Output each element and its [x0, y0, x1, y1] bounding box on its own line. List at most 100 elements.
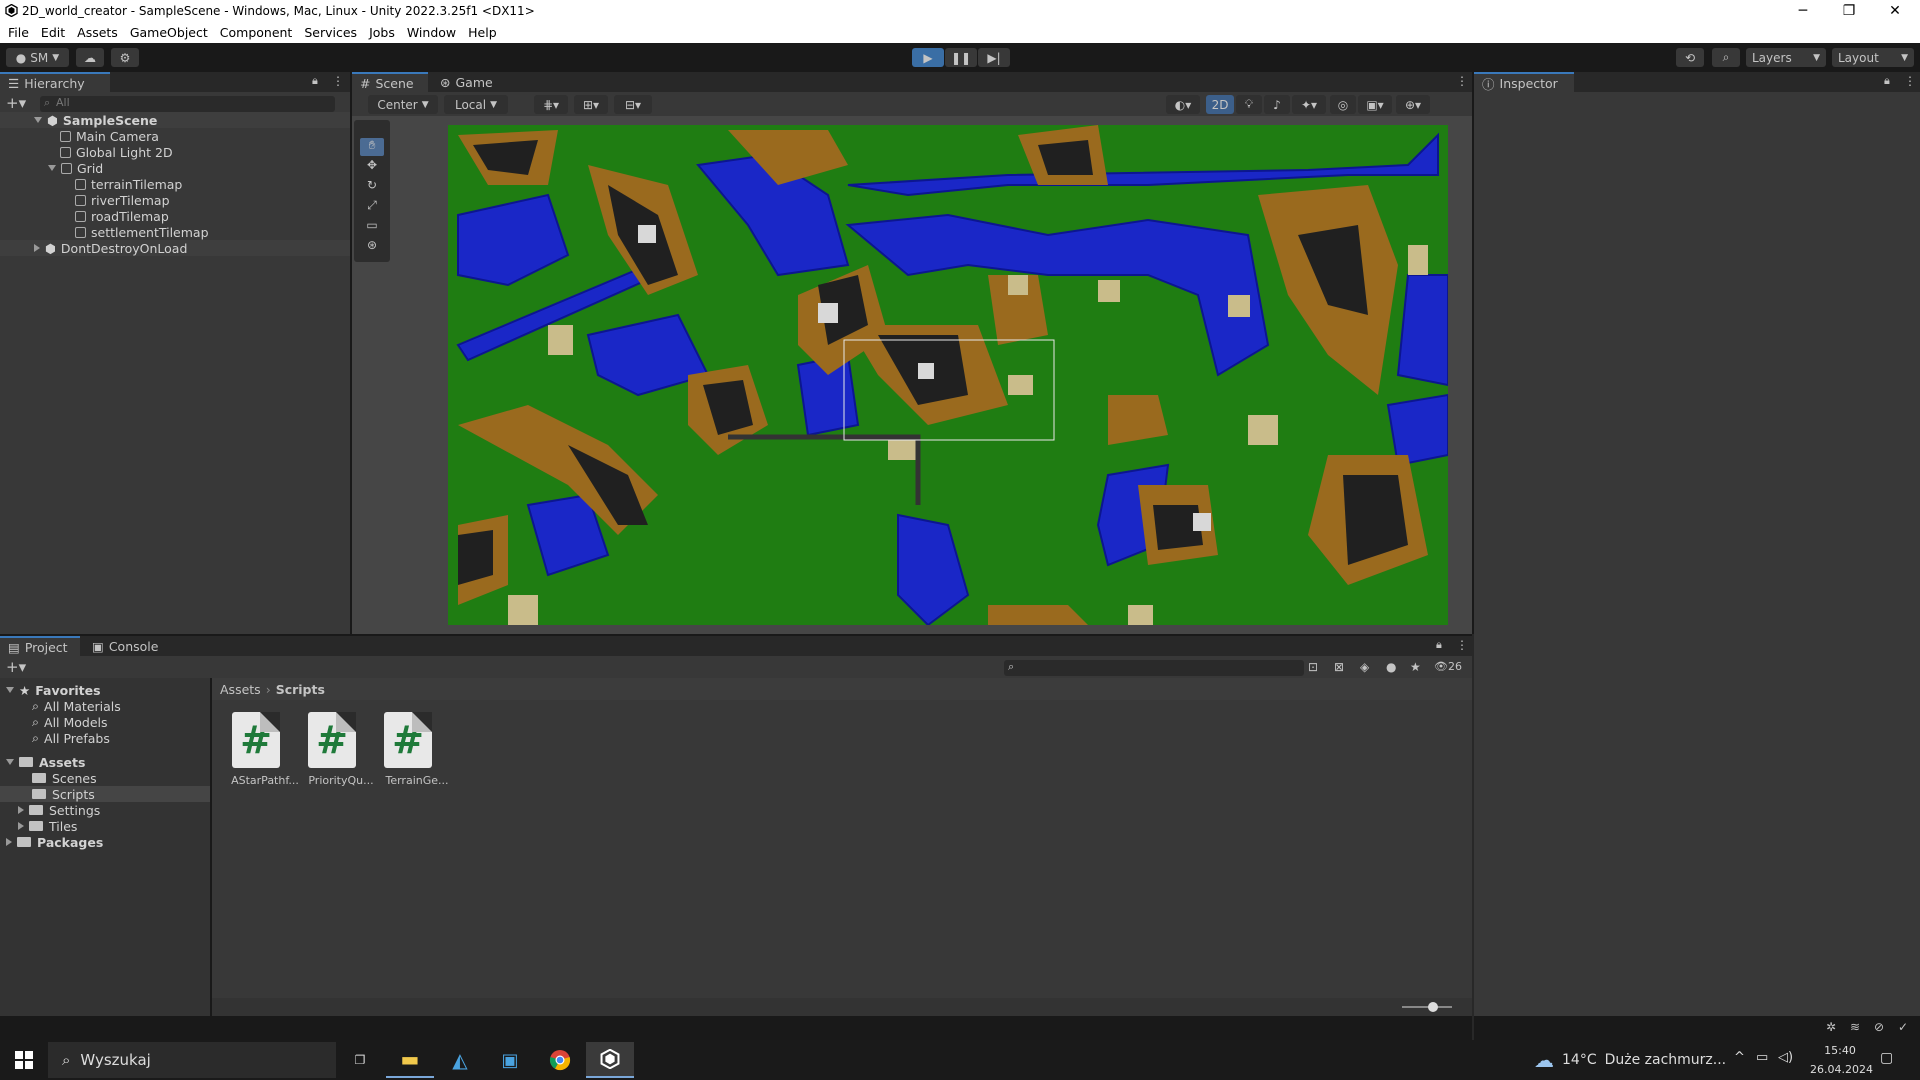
cloud-icon[interactable]: ☁ [76, 48, 104, 67]
status-check-icon[interactable]: ✓ [1898, 1020, 1908, 1034]
close-icon[interactable]: ✕ [1872, 0, 1918, 22]
volume-icon[interactable]: ◁) [1778, 1050, 1793, 1065]
favorites-item[interactable]: ★ Favorites [6, 682, 101, 698]
hierarchy-item-roadtilemap[interactable]: roadTilemap [75, 208, 169, 224]
icon-size-slider-track[interactable] [1402, 1006, 1452, 1008]
network-icon[interactable]: ▭ [1756, 1050, 1768, 1065]
space-dropdown[interactable]: Local ▼ [444, 95, 508, 114]
hand-tool-icon[interactable]: ✋︎ [360, 138, 384, 156]
camera-icon[interactable]: ▣▾ [1358, 95, 1392, 114]
hierarchy-item-main-camera[interactable]: Main Camera [60, 128, 159, 144]
audio-icon[interactable]: ♪ [1264, 95, 1290, 114]
packages-folder[interactable]: Packages [6, 834, 103, 850]
notification-icon[interactable]: ▢ [1880, 1050, 1893, 1066]
history-icon[interactable]: ⟲ [1676, 48, 1704, 67]
tab-inspector[interactable]: ⓘ Inspector [1474, 72, 1574, 92]
hierarchy-item-terraintilemap[interactable]: terrainTilemap [75, 176, 182, 192]
unity-taskbar-icon[interactable] [586, 1042, 634, 1078]
transform-tool-icon[interactable]: ⊛ [360, 238, 384, 256]
scene-viewport[interactable] [448, 125, 1448, 625]
scale-tool-icon[interactable]: ⤢ [360, 198, 384, 216]
favorite-all-models[interactable]: ⌕ All Models [32, 714, 108, 730]
snap-increment-icon[interactable]: ⊟▾ [614, 95, 652, 114]
lighting-icon[interactable]: 💡︎ [1236, 95, 1262, 114]
pause-button[interactable]: ❚❚ [945, 48, 977, 67]
move-tool-icon[interactable]: ✥ [360, 158, 384, 176]
weather-widget[interactable]: ☁ 14°C Duże zachmurz... [1534, 1048, 1726, 1072]
menu-window[interactable]: Window [407, 25, 456, 40]
lock-icon[interactable]: 🔒︎ [1884, 74, 1890, 88]
effects-icon[interactable]: ✦▾ [1292, 95, 1326, 114]
file-astarpathfinding[interactable]: # AStarPathf... [230, 712, 300, 787]
rect-tool-icon[interactable]: ▭ [360, 218, 384, 236]
draw-mode-icon[interactable]: ◐▾ [1166, 95, 1200, 114]
menu-help[interactable]: Help [468, 25, 497, 40]
gizmos-icon[interactable]: ⊕▾ [1396, 95, 1430, 114]
more-icon[interactable]: ⋮ [332, 74, 344, 88]
hierarchy-item-samplescene[interactable]: ⬢ SampleScene [0, 112, 350, 128]
hidden-objects-icon[interactable]: ◎ [1330, 95, 1356, 114]
add-icon[interactable]: +▾ [6, 658, 26, 676]
lock-icon[interactable]: 🔒︎ [1436, 638, 1442, 652]
minimize-icon[interactable]: ─ [1780, 0, 1826, 22]
store-icon[interactable]: ▣ [486, 1042, 534, 1078]
restore-icon[interactable]: ❐ [1826, 0, 1872, 22]
filter-label-icon[interactable]: ⊠ [1334, 660, 1344, 674]
grid-visibility-icon[interactable]: ⊞▾ [574, 95, 608, 114]
mode-2d-button[interactable]: 2D [1206, 95, 1234, 114]
project-search-input[interactable]: ⌕ [1004, 660, 1304, 676]
folder-scenes[interactable]: Scenes [32, 770, 97, 786]
more-icon[interactable]: ⋮ [1456, 638, 1468, 652]
lock-icon[interactable]: 🔒︎ [312, 74, 318, 88]
windows-start-icon[interactable] [0, 1042, 48, 1078]
menu-services[interactable]: Services [304, 25, 357, 40]
debug-icon[interactable]: ✲ [1826, 1020, 1836, 1034]
taskbar-search-box[interactable]: ⌕ Wyszukaj [48, 1042, 336, 1078]
file-explorer-icon[interactable]: ▬ [386, 1042, 434, 1078]
file-priorityqueue[interactable]: # PriorityQu... [306, 712, 376, 787]
favorite-all-materials[interactable]: ⌕ All Materials [32, 698, 121, 714]
folder-settings[interactable]: Settings [18, 802, 100, 818]
hierarchy-item-global-light[interactable]: Global Light 2D [60, 144, 173, 160]
collab-gear-icon[interactable]: ⚙ [111, 48, 139, 67]
icon-size-slider-thumb[interactable] [1428, 1002, 1438, 1012]
hierarchy-item-grid[interactable]: Grid [48, 160, 103, 176]
tab-project[interactable]: ▤ Project [0, 636, 80, 656]
menu-edit[interactable]: Edit [41, 25, 65, 40]
hidden-packages-toggle[interactable]: 👁︎26 [1434, 660, 1462, 673]
tab-game[interactable]: ⊛ Game [432, 72, 501, 92]
tab-console[interactable]: ▣ Console [84, 636, 166, 656]
breadcrumb-assets[interactable]: Assets [220, 682, 261, 697]
app-icon[interactable]: ◭ [436, 1042, 484, 1078]
tag-icon[interactable]: ◈ [1360, 660, 1369, 674]
tab-scene[interactable]: # Scene [352, 72, 428, 92]
layers-status-icon[interactable]: ≋ [1850, 1020, 1860, 1034]
breadcrumb-scripts[interactable]: Scripts [276, 682, 325, 697]
more-icon[interactable]: ⋮ [1456, 74, 1468, 88]
chevron-up-icon[interactable]: ^ [1734, 1050, 1745, 1065]
chrome-icon[interactable] [536, 1042, 584, 1078]
tab-hierarchy[interactable]: ☰ Hierarchy [0, 72, 110, 92]
menu-jobs[interactable]: Jobs [369, 25, 395, 40]
more-icon[interactable]: ⋮ [1904, 74, 1916, 88]
pivot-dropdown[interactable]: Center ▼ [368, 95, 438, 114]
folder-tiles[interactable]: Tiles [18, 818, 77, 834]
menu-file[interactable]: File [8, 25, 29, 40]
menu-component[interactable]: Component [220, 25, 293, 40]
play-button[interactable]: ▶ [912, 48, 944, 67]
hierarchy-item-settlementtilemap[interactable]: settlementTilemap [75, 224, 209, 240]
favorite-all-prefabs[interactable]: ⌕ All Prefabs [32, 730, 110, 746]
file-terraingenerator[interactable]: # TerrainGe... [382, 712, 452, 787]
grid-snap-icon[interactable]: ⋕▾ [534, 95, 568, 114]
step-button[interactable]: ▶| [978, 48, 1010, 67]
rotate-tool-icon[interactable]: ↻ [360, 178, 384, 196]
star-icon[interactable]: ★ [1410, 660, 1421, 674]
layers-dropdown[interactable]: Layers ▼ [1746, 48, 1826, 67]
hierarchy-item-rivertilemap[interactable]: riverTilemap [75, 192, 170, 208]
hierarchy-search-input[interactable]: ⌕ All [40, 96, 335, 112]
layout-dropdown[interactable]: Layout ▼ [1832, 48, 1914, 67]
folder-scripts[interactable]: Scripts [0, 786, 210, 802]
filter-type-icon[interactable]: ⊡ [1308, 660, 1318, 674]
hierarchy-item-dontdestroyonload[interactable]: ⬢ DontDestroyOnLoad [0, 240, 350, 256]
add-icon[interactable]: +▾ [6, 94, 26, 112]
